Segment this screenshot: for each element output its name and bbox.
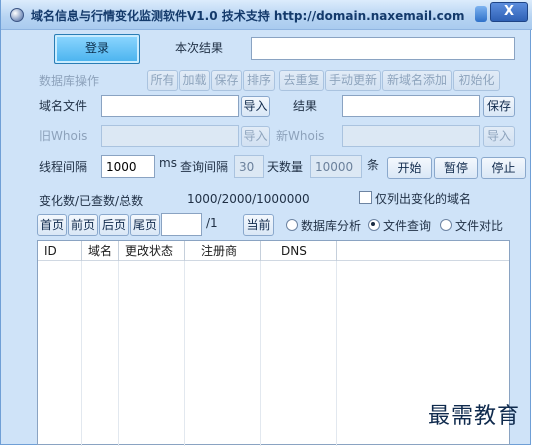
db-ops-label: 数据库操作	[39, 74, 100, 88]
column-divider	[260, 261, 261, 446]
table-header: ID 域名 更改状态 注册商 DNS	[38, 241, 509, 261]
ms-unit-label: ms	[159, 156, 177, 170]
mode-db-analysis-option[interactable]: 数据库分析	[286, 217, 361, 234]
only-changed-checkbox[interactable]	[359, 191, 372, 204]
domain-file-input[interactable]	[102, 96, 238, 116]
column-divider	[336, 261, 337, 446]
old-whois-label: 旧Whois	[39, 129, 88, 143]
result-file-label: 结果	[293, 99, 318, 113]
column-divider	[118, 261, 119, 446]
new-whois-input[interactable]	[343, 126, 479, 146]
title-bar: 域名信息与行情变化监测软件V1.0 技术支持 http://domain.nax…	[1, 0, 532, 30]
page-number-input[interactable]	[162, 214, 201, 235]
new-whois-field[interactable]	[342, 125, 480, 147]
next-page-button[interactable]: 后页	[99, 214, 129, 236]
column-header-registrar[interactable]: 注册商	[185, 241, 261, 261]
db-add-new-domain-button[interactable]: 新域名添加	[382, 70, 452, 91]
result-file-save-button[interactable]: 保存	[483, 96, 515, 117]
total-pages-label: /1	[206, 216, 218, 230]
stop-button[interactable]: 停止	[481, 157, 526, 179]
page-number-field[interactable]	[161, 213, 202, 236]
domain-file-label: 域名文件	[39, 99, 88, 113]
domain-file-field[interactable]	[101, 95, 239, 117]
result-field[interactable]	[251, 37, 515, 60]
mode-db-analysis-radio[interactable]	[286, 219, 298, 231]
only-changed-option[interactable]: 仅列出变化的域名	[359, 190, 471, 207]
new-whois-label: 新Whois	[276, 129, 325, 143]
mode-file-query-option[interactable]: 文件查询	[368, 217, 431, 234]
stats-value: 1000/2000/1000000	[187, 192, 310, 206]
old-whois-field[interactable]	[101, 125, 239, 147]
result-file-field[interactable]	[342, 95, 480, 117]
mode-file-compare-label: 文件对比	[455, 219, 504, 233]
db-init-button[interactable]: 初始化	[453, 70, 500, 91]
column-divider	[184, 261, 185, 446]
login-button[interactable]: 登录	[54, 34, 140, 64]
last-page-button[interactable]: 尾页	[130, 214, 160, 236]
column-header-dns[interactable]: DNS	[261, 241, 337, 261]
pause-button[interactable]: 暂停	[434, 157, 478, 179]
current-page-button[interactable]: 当前	[243, 214, 274, 236]
db-save-button[interactable]: 保存	[211, 70, 242, 91]
query-interval-input[interactable]	[235, 156, 263, 177]
new-whois-import-button[interactable]: 导入	[483, 126, 515, 147]
result-label: 本次结果	[175, 41, 224, 55]
old-whois-input[interactable]	[102, 126, 238, 146]
unit-label: 条	[367, 158, 380, 172]
mode-file-compare-radio[interactable]	[440, 219, 452, 231]
db-load-button[interactable]: 加载	[179, 70, 210, 91]
mode-file-query-radio[interactable]	[368, 219, 380, 231]
watermark-text: 最需教育	[428, 404, 521, 429]
stats-label: 变化数/已查数/总数	[39, 194, 144, 208]
thread-interval-field[interactable]	[101, 155, 155, 178]
db-sort-button[interactable]: 排序	[243, 70, 275, 91]
query-interval-field[interactable]	[234, 155, 264, 178]
db-dedupe-button[interactable]: 去重复	[279, 70, 324, 91]
column-header-domain[interactable]: 域名	[82, 241, 119, 261]
close-button[interactable]: X	[490, 2, 528, 22]
app-window: 域名信息与行情变化监测软件V1.0 技术支持 http://domain.nax…	[0, 0, 532, 446]
db-all-button[interactable]: 所有	[147, 70, 178, 91]
domain-file-import-button[interactable]: 导入	[241, 96, 270, 117]
mode-file-compare-option[interactable]: 文件对比	[440, 217, 503, 234]
mode-db-analysis-label: 数据库分析	[301, 219, 362, 233]
db-manual-update-button[interactable]: 手动更新	[325, 70, 381, 91]
thread-interval-label: 线程间隔	[39, 160, 88, 174]
first-page-button[interactable]: 首页	[37, 214, 67, 236]
title-bar-accent	[475, 6, 487, 22]
mode-file-query-label: 文件查询	[383, 219, 432, 233]
column-divider	[81, 261, 82, 446]
window-title: 域名信息与行情变化监测软件V1.0 技术支持 http://domain.nax…	[31, 9, 465, 23]
thread-interval-input[interactable]	[102, 156, 154, 177]
query-interval-label: 查询间隔	[180, 160, 229, 174]
day-count-input[interactable]	[311, 156, 361, 177]
column-header-status[interactable]: 更改状态	[119, 241, 185, 261]
result-input[interactable]	[252, 38, 514, 59]
day-count-label: 天数量	[267, 160, 304, 174]
column-header-id[interactable]: ID	[38, 241, 82, 261]
day-count-field[interactable]	[310, 155, 362, 178]
start-button[interactable]: 开始	[387, 157, 432, 179]
old-whois-import-button[interactable]: 导入	[241, 126, 270, 147]
result-file-input[interactable]	[343, 96, 479, 116]
prev-page-button[interactable]: 前页	[68, 214, 98, 236]
only-changed-label: 仅列出变化的域名	[375, 192, 472, 206]
app-icon	[10, 8, 24, 22]
